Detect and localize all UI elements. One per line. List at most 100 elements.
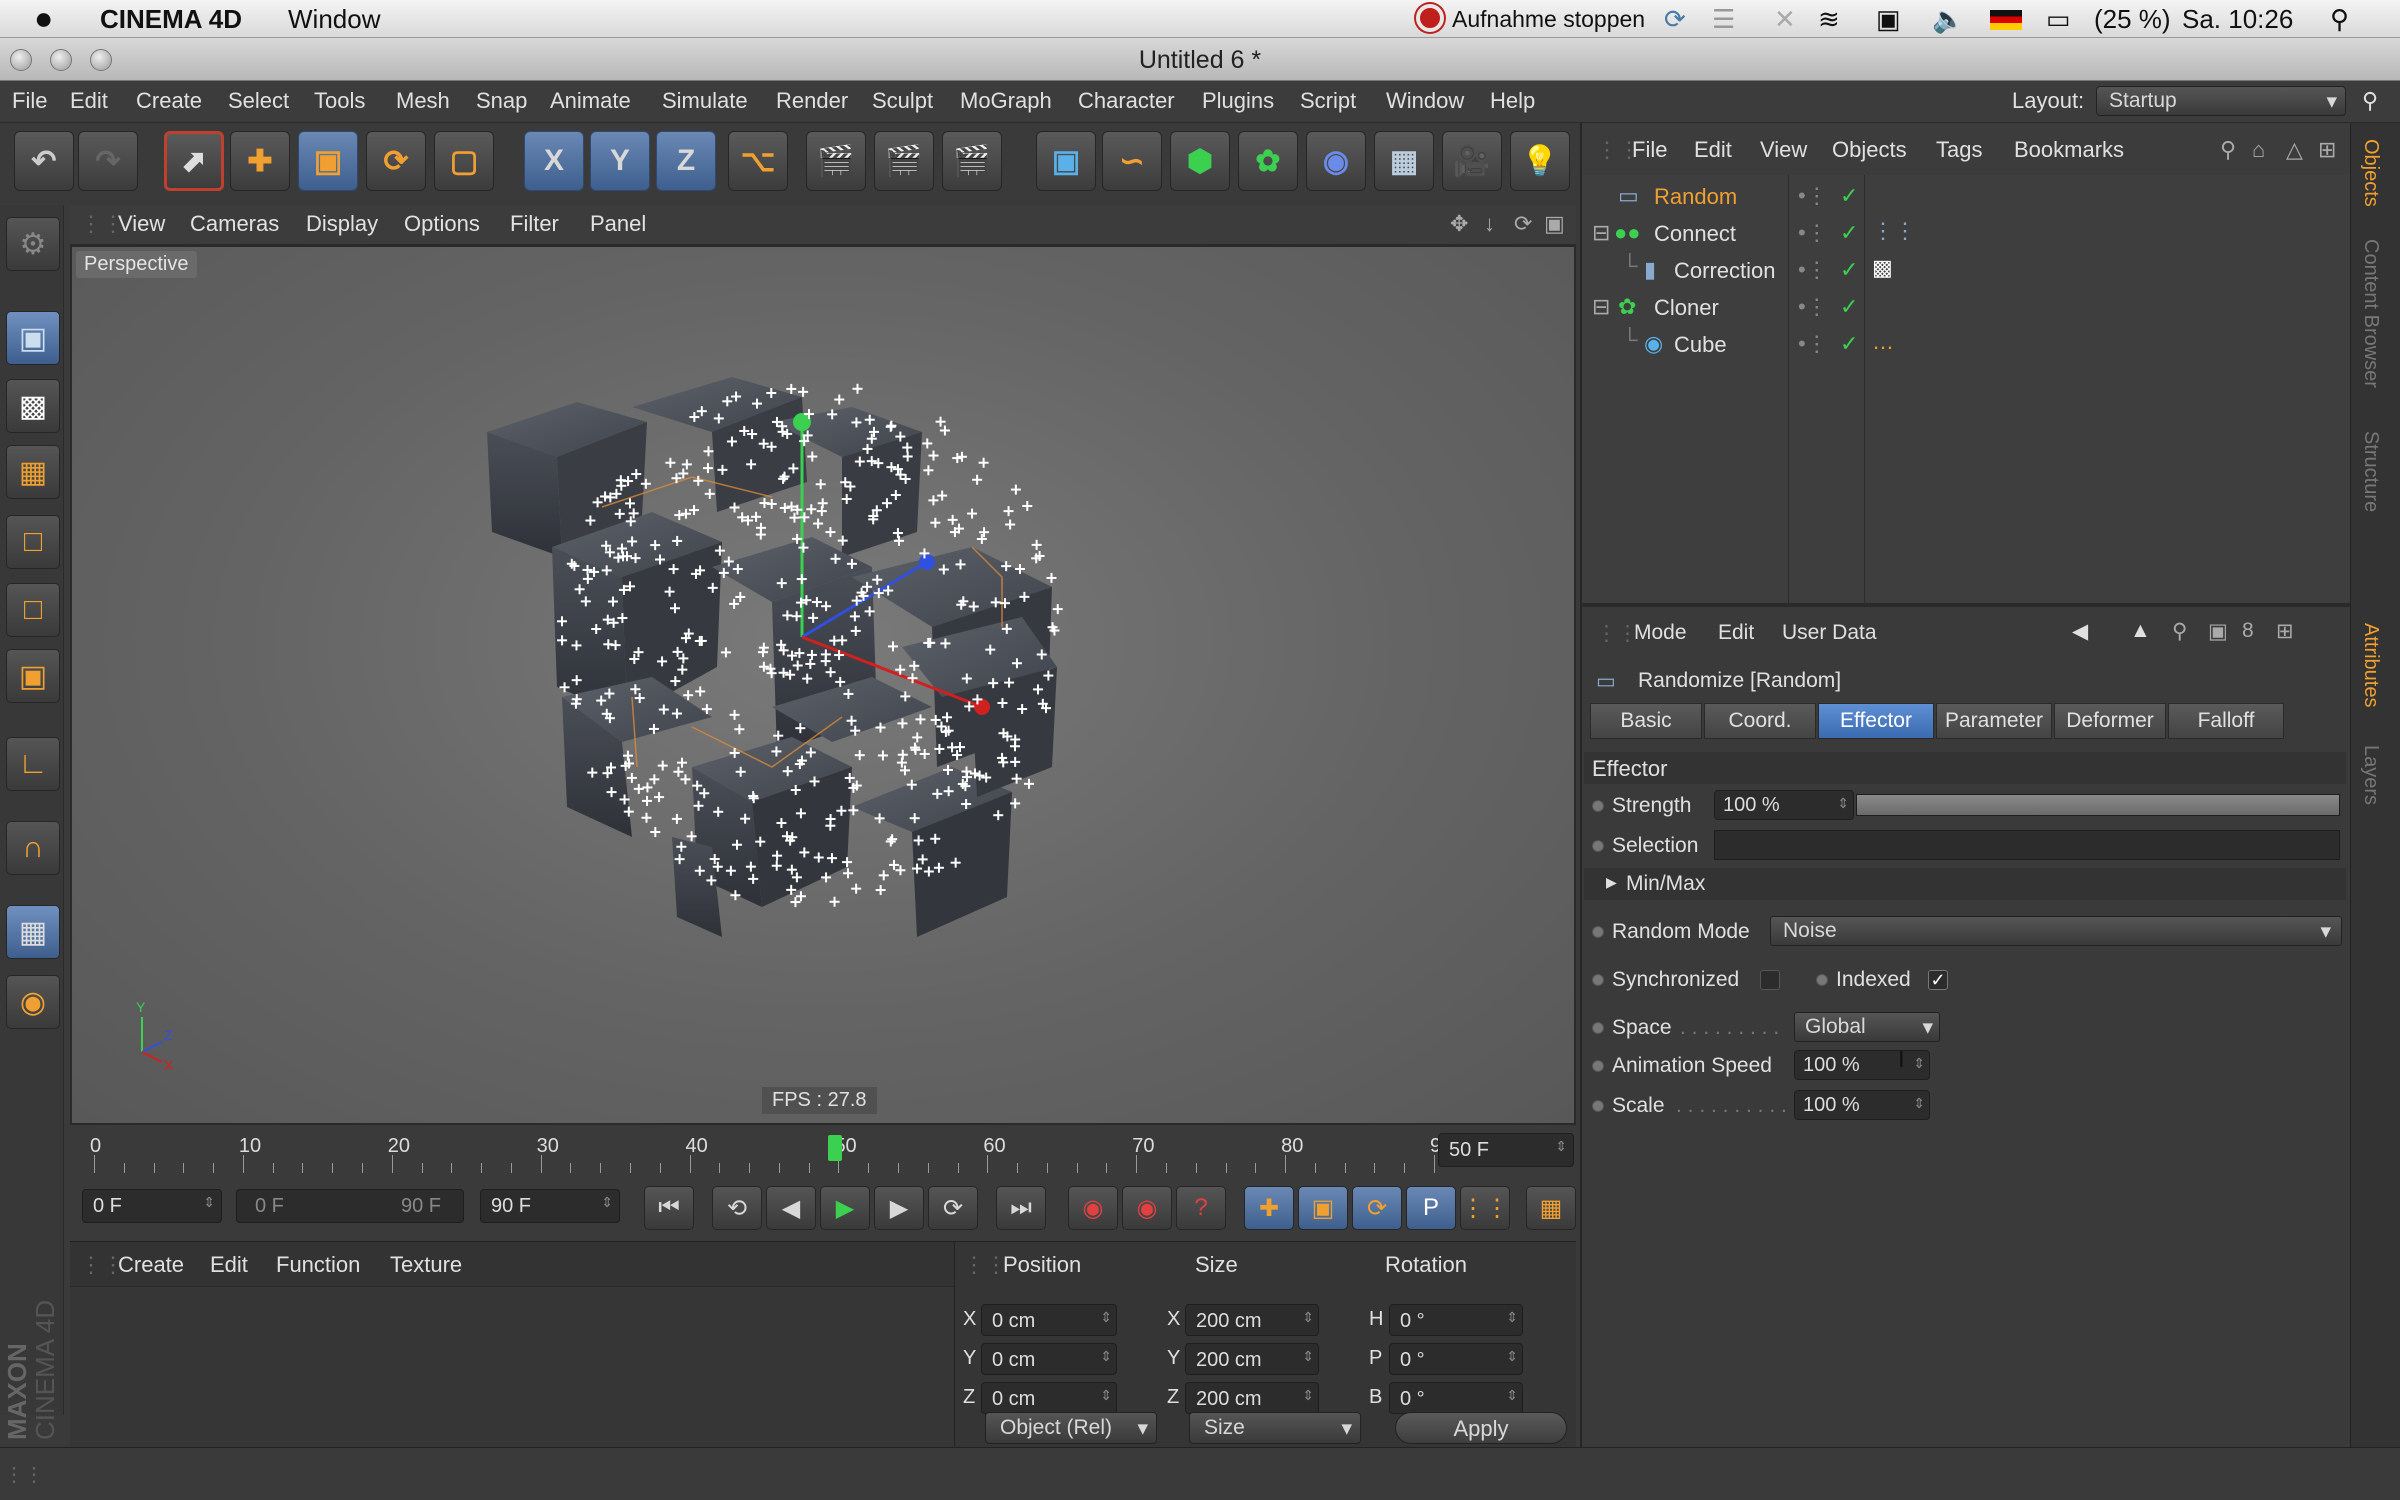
battery-icon[interactable]: ▭ — [2046, 4, 2071, 35]
menu-window[interactable]: Window — [1386, 88, 1464, 114]
menu-sculpt[interactable]: Sculpt — [872, 88, 933, 114]
play-icon[interactable]: ▶ — [820, 1186, 870, 1230]
key-parameter-icon[interactable]: P — [1406, 1186, 1456, 1230]
rotate-tool[interactable]: ⟳ — [366, 131, 426, 191]
position-field[interactable]: 0 cm ⇕ — [981, 1343, 1117, 1375]
key-pla-icon[interactable]: ⋮⋮ — [1460, 1186, 1510, 1230]
back-arrow-icon[interactable]: ◀ — [2072, 619, 2088, 644]
menu-mesh[interactable]: Mesh — [396, 88, 450, 114]
live-selection-tool[interactable]: ⬈ — [164, 131, 224, 191]
render-picture-viewer-button[interactable]: 🎬 — [874, 131, 934, 191]
app-name-menu[interactable]: CINEMA 4D — [100, 4, 242, 35]
viewport-menu-cameras[interactable]: Cameras — [190, 211, 279, 237]
display-icon[interactable]: ▣ — [1876, 4, 1901, 35]
animate-dot-icon[interactable] — [1592, 800, 1604, 812]
step-back-icon[interactable]: ◀ — [766, 1186, 816, 1230]
timeline-window-icon[interactable]: ▦ — [1526, 1186, 1576, 1230]
checker-tag-icon[interactable]: ▩ — [1872, 255, 1893, 281]
menu-edit[interactable]: Edit — [70, 88, 108, 114]
search-icon[interactable]: ⚲ — [2220, 137, 2236, 163]
object-menu-bookmarks[interactable]: Bookmarks — [2014, 137, 2124, 163]
zoom-view-icon[interactable]: ↓ — [1484, 211, 1495, 237]
spotlight-icon[interactable]: ⚲ — [2330, 4, 2349, 35]
menu-create[interactable]: Create — [136, 88, 202, 114]
pan-view-icon[interactable]: ✥ — [1450, 211, 1468, 237]
collapse-icon[interactable]: ⊟ — [1592, 220, 1610, 246]
object-row-random[interactable]: ▭ Random •⋮ ✓ — [1582, 179, 2352, 216]
render-view-button[interactable]: 🎬 — [806, 131, 866, 191]
space-dropdown[interactable]: Global ▾ — [1794, 1012, 1940, 1042]
spline-pen-button[interactable]: ∽ — [1102, 131, 1162, 191]
texture-mode-icon[interactable]: ▩ — [6, 379, 60, 433]
side-tab-layers[interactable]: Layers — [2359, 745, 2382, 805]
enabled-check-icon[interactable]: ✓ — [1840, 220, 1858, 246]
position-field[interactable]: 0 cm ⇕ — [981, 1304, 1117, 1336]
workplane-icon[interactable]: ▦ — [6, 445, 60, 499]
viewport-menu-panel[interactable]: Panel — [590, 211, 646, 237]
viewport-menu-view[interactable]: View — [118, 211, 165, 237]
rotation-field[interactable]: 0 ° ⇕ — [1389, 1382, 1523, 1414]
toggle-views-icon[interactable]: ▣ — [1544, 211, 1565, 237]
search-icon[interactable]: ⚲ — [2362, 88, 2378, 114]
tab-parameter[interactable]: Parameter — [1936, 703, 2052, 739]
animate-dot-icon[interactable] — [1592, 1022, 1604, 1034]
menu-plugins[interactable]: Plugins — [1202, 88, 1274, 114]
size-field[interactable]: 200 cm ⇕ — [1185, 1382, 1319, 1414]
rotation-field[interactable]: 0 ° ⇕ — [1389, 1343, 1523, 1375]
goto-next-key-icon[interactable]: ⟳ — [928, 1186, 978, 1230]
lock-icon[interactable]: ▣ — [2208, 619, 2228, 644]
menu-animate[interactable]: Animate — [550, 88, 631, 114]
attr-menu-edit[interactable]: Edit — [1718, 621, 1754, 645]
end-frame-field[interactable]: 90 F ⇕ — [480, 1189, 620, 1223]
material-menu-texture[interactable]: Texture — [390, 1252, 462, 1278]
menu-help[interactable]: Help — [1490, 88, 1535, 114]
coordinate-mode-dropdown[interactable]: Object (Rel) ▾ — [985, 1412, 1157, 1444]
redo-button[interactable]: ↷ — [78, 131, 138, 191]
enabled-check-icon[interactable]: ✓ — [1840, 294, 1858, 320]
recent-tool[interactable]: ▢ — [434, 131, 494, 191]
object-row-connect[interactable]: ⊟ ●● Connect •⋮ ✓ ⋮⋮ — [1582, 216, 2352, 253]
locked-workplane-icon[interactable]: ◉ — [6, 975, 60, 1029]
deformer-button[interactable]: ◉ — [1306, 131, 1366, 191]
points-mode-icon[interactable]: □ — [6, 515, 60, 569]
material-list[interactable] — [70, 1286, 954, 1448]
collapse-icon[interactable]: ⊟ — [1592, 294, 1610, 320]
visibility-dots-icon[interactable]: •⋮ — [1798, 294, 1828, 320]
tab-coord[interactable]: Coord. — [1704, 703, 1816, 739]
make-editable-icon[interactable]: ⚙ — [6, 217, 60, 271]
search-icon[interactable]: ⚲ — [2172, 619, 2187, 644]
tab-effector[interactable]: Effector — [1818, 703, 1934, 739]
animate-dot-icon[interactable] — [1816, 974, 1828, 986]
enabled-check-icon[interactable]: ✓ — [1840, 331, 1858, 357]
polygons-mode-icon[interactable]: ▣ — [6, 649, 60, 703]
visibility-dots-icon[interactable]: •⋮ — [1798, 183, 1828, 209]
animate-dot-icon[interactable] — [1592, 1100, 1604, 1112]
sync-icon[interactable]: ⟳ — [1664, 4, 1686, 35]
cube-object-button[interactable]: ▣ — [1036, 131, 1096, 191]
undo-button[interactable]: ↶ — [14, 131, 74, 191]
menu-tools[interactable]: Tools — [314, 88, 365, 114]
menu-character[interactable]: Character — [1078, 88, 1175, 114]
z-axis-lock[interactable]: Z — [656, 131, 716, 191]
object-menu-edit[interactable]: Edit — [1694, 137, 1732, 163]
bluetooth-icon[interactable]: ✕ — [1774, 4, 1796, 35]
synchronized-checkbox[interactable] — [1760, 970, 1780, 990]
key-position-icon[interactable]: ✚ — [1244, 1186, 1294, 1230]
selection-field[interactable] — [1714, 830, 2340, 860]
range-slider[interactable]: 0 F 90 F — [236, 1189, 464, 1223]
autokey-icon[interactable]: ◉ — [1122, 1186, 1172, 1230]
volume-icon[interactable]: 🔈 — [1932, 4, 1964, 35]
apply-button[interactable]: Apply — [1395, 1412, 1567, 1444]
current-frame-field[interactable]: 50 F ⇕ — [1438, 1133, 1574, 1167]
viewport-menu-options[interactable]: Options — [404, 211, 480, 237]
model-mode-icon[interactable]: ▣ — [6, 311, 60, 365]
up-arrow-icon[interactable]: ▲ — [2130, 619, 2151, 643]
flag-icon[interactable] — [1990, 10, 2022, 30]
subdivision-surface-button[interactable]: ⬢ — [1170, 131, 1230, 191]
position-field[interactable]: 0 cm ⇕ — [981, 1382, 1117, 1414]
side-tab-attributes[interactable]: Attributes — [2359, 623, 2382, 707]
rotate-view-icon[interactable]: ⟳ — [1514, 211, 1532, 237]
recording-status[interactable]: Aufnahme stoppen — [1452, 6, 1645, 33]
key-rotation-icon[interactable]: ⟳ — [1352, 1186, 1402, 1230]
object-menu-file[interactable]: File — [1632, 137, 1667, 163]
